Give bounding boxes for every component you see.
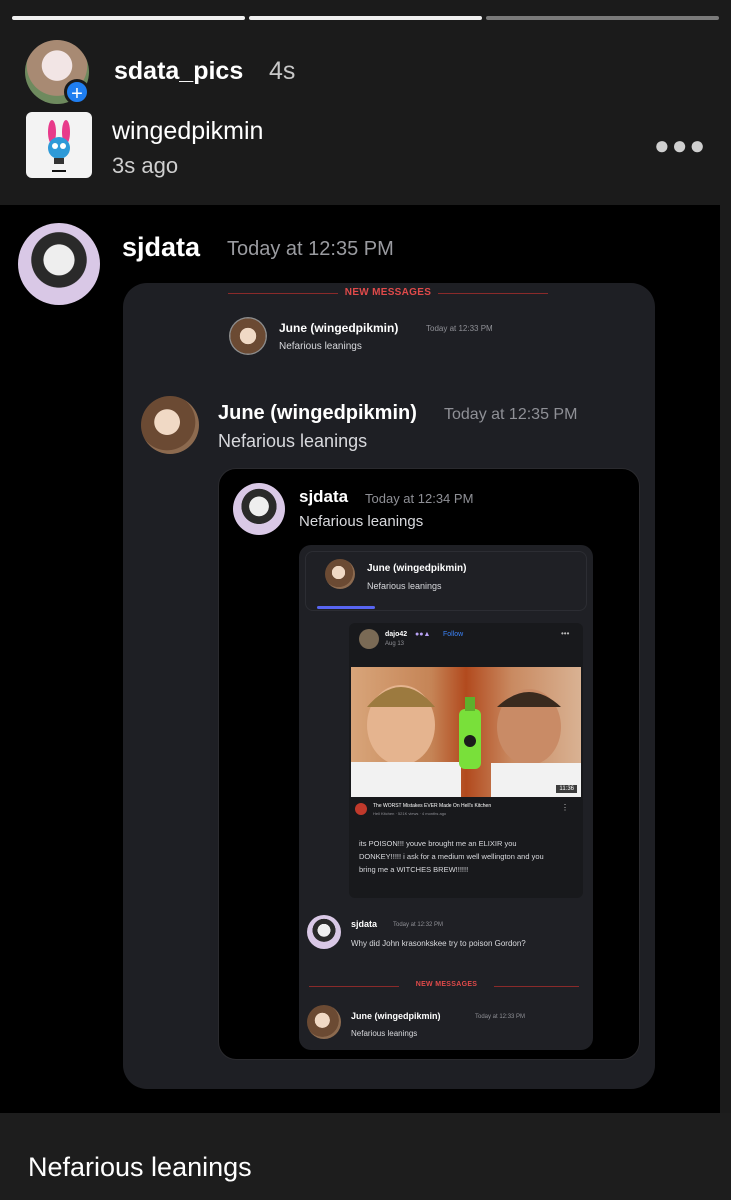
msg2-text: Nefarious leanings [351,1029,418,1038]
video-thumbnail[interactable]: 11:36 [351,667,581,797]
card1-text: Nefarious leanings [218,431,368,451]
msg1-text: Why did John krasonkskee try to poison G… [351,939,526,948]
outer-author[interactable]: sjdata [122,232,200,263]
card2-text: Nefarious leanings [299,513,424,530]
post-date: Aug 13 [385,641,405,647]
embedded-screenshot-3: June (wingedpikmin) Nefarious leanings d… [299,545,593,1050]
poster-time: 4s [269,57,296,85]
card2-author[interactable]: sjdata [299,487,348,507]
post-more-icon[interactable]: ••• [561,629,569,638]
video-meta: Hell Kitchen · 521K views · 4 months ago [373,811,447,816]
card2-time: Today at 12:34 PM [365,491,474,506]
card1-time: Today at 12:35 PM [444,406,578,423]
reply-author[interactable]: June (wingedpikmin) [279,321,398,335]
story-progress-1 [12,16,245,20]
post-badges: ●●▲ [415,631,431,638]
sjdata-avatar [18,223,100,305]
msg2-author[interactable]: June (wingedpikmin) [351,1011,441,1021]
reply-time: Today at 12:33 PM [426,324,493,333]
repost-username[interactable]: wingedpikmin [112,117,263,146]
video-duration: 11:36 [556,785,577,793]
msg1-author[interactable]: sjdata [351,919,377,929]
more-horizontal-icon[interactable]: ●●● [654,130,707,161]
embedded-screenshot-1: NEW MESSAGES June (wingedpikmin) Today a… [123,283,655,1089]
msg2-time: Today at 12:33 PM [475,1014,526,1020]
add-story-plus-icon[interactable]: + [64,79,90,105]
follow-button[interactable]: Follow [443,631,463,638]
reply-text: Nefarious leanings [279,341,362,352]
reply-avatar [229,317,267,355]
repost-time: 3s ago [112,153,179,178]
card1-author[interactable]: June (wingedpikmin) [218,402,417,425]
video-channel-icon [355,803,367,815]
video-more-icon[interactable]: ⋮ [561,803,569,812]
story-progress-3 [486,16,719,20]
bunny-icon [48,120,70,172]
story-progress-2 [249,16,482,20]
quote-avatar [325,559,355,589]
post-text: its POISON!!! youve brought me an ELIXIR… [359,839,544,874]
video-title[interactable]: The WORST Mistakes EVER Made On Hell's K… [373,803,553,809]
quote-accent-line [317,606,375,609]
new-messages-label: NEW MESSAGES [338,287,438,298]
post-avatar [359,629,379,649]
msg1-time: Today at 12:32 PM [393,922,444,928]
story-caption: Nefarious leanings [28,1152,252,1182]
social-post: dajo42 ●●▲ Follow Aug 13 ••• 11:36 The W… [349,623,583,898]
quote-text: Nefarious leanings [367,581,442,591]
card2-avatar [233,483,285,535]
screenshot: sjdata Today at 12:35 PM NEW MESSAGES Ju… [0,205,720,1113]
msg2-avatar [307,1005,341,1039]
quote-author[interactable]: June (wingedpikmin) [367,563,466,574]
poster-username[interactable]: sdata_pics [114,57,243,86]
post-username[interactable]: dajo42 [385,631,407,638]
chef-scene-image [351,685,581,797]
june-avatar [141,396,199,454]
msg1-avatar [307,915,341,949]
repost-thumbnail[interactable] [26,112,92,178]
embedded-screenshot-2: sjdata Today at 12:34 PM Nefarious leani… [218,468,640,1060]
new-messages-label-2: NEW MESSAGES [399,981,494,988]
outer-time: Today at 12:35 PM [227,238,394,260]
